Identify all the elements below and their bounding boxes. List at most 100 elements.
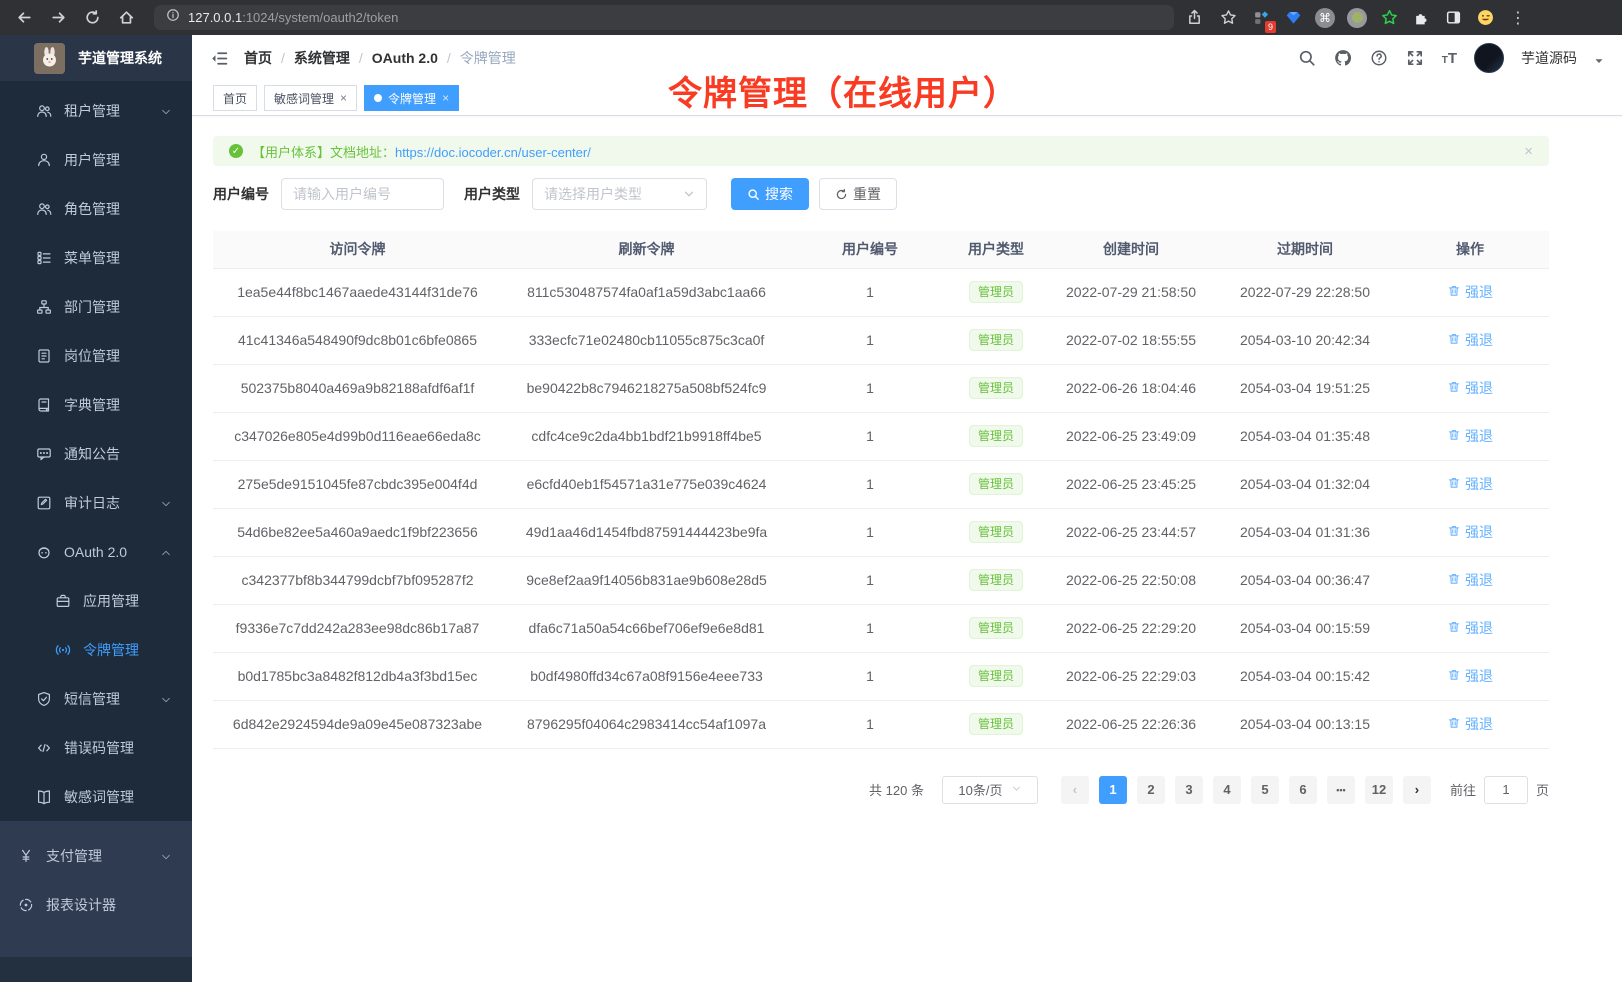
- cell-action: 强退: [1391, 364, 1549, 412]
- doc-link[interactable]: https://doc.iocoder.cn/user-center/: [395, 145, 591, 160]
- sidebar-fold-icon[interactable]: [208, 47, 230, 69]
- sidebar-item-label: 部门管理: [64, 297, 120, 317]
- reload-icon[interactable]: [78, 4, 106, 32]
- cell-created: 2022-06-25 22:29:03: [1043, 652, 1219, 700]
- sidebar-item-app[interactable]: 应用管理: [0, 576, 192, 625]
- table-row: 41c41346a548490f9dc8b01c6bfe0865333ecfc7…: [213, 316, 1549, 364]
- reset-button[interactable]: 重置: [819, 178, 897, 210]
- more-pages-button[interactable]: •••: [1327, 776, 1355, 804]
- goto-unit: 页: [1536, 780, 1549, 799]
- menu-icon: [36, 250, 52, 266]
- fullscreen-icon[interactable]: [1406, 49, 1425, 68]
- puzzle-extension-icon[interactable]: [1408, 5, 1434, 31]
- tab-close-icon[interactable]: ×: [442, 92, 449, 104]
- url-path: :1024/system/oauth2/token: [242, 10, 398, 25]
- url-bar[interactable]: 127.0.0.1:1024/system/oauth2/token: [154, 5, 1174, 30]
- tab-令牌管理[interactable]: 令牌管理×: [364, 85, 459, 111]
- sidebar-item-menu[interactable]: 菜单管理: [0, 233, 192, 282]
- breadcrumb-item[interactable]: 首页: [244, 48, 272, 68]
- breadcrumb-item[interactable]: 系统管理: [294, 48, 350, 68]
- record-extension-icon[interactable]: [1344, 5, 1370, 31]
- share-icon[interactable]: [1180, 4, 1208, 32]
- sidebar-item-label: 通知公告: [64, 444, 120, 464]
- breadcrumb-item[interactable]: 令牌管理: [460, 48, 516, 68]
- force-logout-button[interactable]: 强退: [1447, 618, 1493, 638]
- sidebar-item-label: 租户管理: [64, 101, 120, 121]
- forward-icon[interactable]: [44, 4, 72, 32]
- sidebar-item-sms[interactable]: 短信管理: [0, 674, 192, 723]
- page-button[interactable]: 1: [1099, 776, 1127, 804]
- user-caret-icon[interactable]: [1594, 53, 1604, 63]
- tab-首页[interactable]: 首页: [213, 85, 257, 111]
- alert-close-icon[interactable]: ×: [1524, 143, 1533, 160]
- chevron-down-icon: [683, 188, 695, 200]
- sidebar-item-report[interactable]: 报表设计器: [0, 880, 192, 929]
- page-button[interactable]: 6: [1289, 776, 1317, 804]
- breadcrumb-item[interactable]: OAuth 2.0: [372, 50, 438, 66]
- back-icon[interactable]: [10, 4, 38, 32]
- force-logout-button[interactable]: 强退: [1447, 378, 1493, 398]
- command-extension-icon[interactable]: ⌘: [1312, 5, 1338, 31]
- force-logout-button[interactable]: 强退: [1447, 474, 1493, 494]
- force-logout-button[interactable]: 强退: [1447, 570, 1493, 590]
- star-extension-icon[interactable]: [1376, 5, 1402, 31]
- page-button[interactable]: 12: [1365, 776, 1393, 804]
- sidebar-item-dept[interactable]: 部门管理: [0, 282, 192, 331]
- sidebar-item-sensitive[interactable]: 敏感词管理: [0, 772, 192, 821]
- goto-page-input[interactable]: [1484, 776, 1528, 804]
- force-logout-button[interactable]: 强退: [1447, 522, 1493, 542]
- user-id-input[interactable]: [281, 178, 444, 210]
- sidebar-item-role[interactable]: 角色管理: [0, 184, 192, 233]
- site-info-icon[interactable]: [166, 8, 180, 27]
- force-logout-button[interactable]: 强退: [1447, 666, 1493, 686]
- gem-extension-icon[interactable]: [1280, 5, 1306, 31]
- prev-page-button[interactable]: ‹: [1061, 776, 1089, 804]
- page-button[interactable]: 4: [1213, 776, 1241, 804]
- font-size-icon[interactable]: TT: [1442, 50, 1457, 67]
- sidebar-item-notice[interactable]: 通知公告: [0, 429, 192, 478]
- force-logout-button[interactable]: 强退: [1447, 426, 1493, 446]
- sidebar-item-pay[interactable]: 支付管理: [0, 831, 192, 880]
- cell-refresh: cdfc4ce9c2da4bb1bdf21b9918ff4be5: [502, 412, 791, 460]
- sidebar-item-user[interactable]: 用户管理: [0, 135, 192, 184]
- sidebar-item-tenant[interactable]: 租户管理: [0, 86, 192, 135]
- cell-access: c342377bf8b344799dcbf7bf095287f2: [213, 556, 502, 604]
- sidebar-logo-bar[interactable]: 芋道管理系统: [0, 35, 192, 81]
- force-logout-button[interactable]: 强退: [1447, 282, 1493, 302]
- sidebar-item-oauth[interactable]: OAuth 2.0: [0, 527, 192, 576]
- tab-close-icon[interactable]: ×: [340, 92, 347, 104]
- force-logout-button[interactable]: 强退: [1447, 714, 1493, 734]
- sidebar-item-audit[interactable]: 审计日志: [0, 478, 192, 527]
- browser-menu-icon[interactable]: ⋮: [1504, 4, 1532, 32]
- page-button[interactable]: 5: [1251, 776, 1279, 804]
- github-icon[interactable]: [1334, 49, 1353, 68]
- help-icon[interactable]: [1370, 49, 1389, 68]
- avatar-extension-icon[interactable]: [1472, 5, 1498, 31]
- force-logout-label: 强退: [1465, 378, 1493, 398]
- blocks-extension-icon[interactable]: 9: [1248, 5, 1274, 31]
- cell-user-type: 管理员: [949, 268, 1043, 316]
- sidebar-menu: 租户管理用户管理角色管理菜单管理部门管理岗位管理字典管理通知公告审计日志OAut…: [0, 81, 192, 821]
- user-avatar[interactable]: [1474, 43, 1504, 73]
- tab-敏感词管理[interactable]: 敏感词管理×: [264, 85, 357, 111]
- sidebar-item-post[interactable]: 岗位管理: [0, 331, 192, 380]
- home-icon[interactable]: [112, 4, 140, 32]
- page-button[interactable]: 2: [1137, 776, 1165, 804]
- next-page-button[interactable]: ›: [1403, 776, 1431, 804]
- bookmark-star-icon[interactable]: [1214, 4, 1242, 32]
- cell-expires: 2054-03-04 00:13:15: [1219, 700, 1391, 748]
- search-button[interactable]: 搜索: [731, 178, 809, 210]
- user-type-select[interactable]: 请选择用户类型: [532, 178, 707, 210]
- cell-action: 强退: [1391, 316, 1549, 364]
- sidebar-item-token[interactable]: 令牌管理: [0, 625, 192, 674]
- cell-user-type: 管理员: [949, 508, 1043, 556]
- force-logout-button[interactable]: 强退: [1447, 330, 1493, 350]
- side-panel-extension-icon[interactable]: [1440, 5, 1466, 31]
- search-icon[interactable]: [1298, 49, 1317, 68]
- page-button[interactable]: 3: [1175, 776, 1203, 804]
- sidebar-item-dict[interactable]: 字典管理: [0, 380, 192, 429]
- sidebar-item-label: 短信管理: [64, 689, 120, 709]
- page-size-select[interactable]: 10条/页: [942, 776, 1038, 804]
- user-type-badge: 管理员: [969, 713, 1023, 735]
- sidebar-item-errcode[interactable]: 错误码管理: [0, 723, 192, 772]
